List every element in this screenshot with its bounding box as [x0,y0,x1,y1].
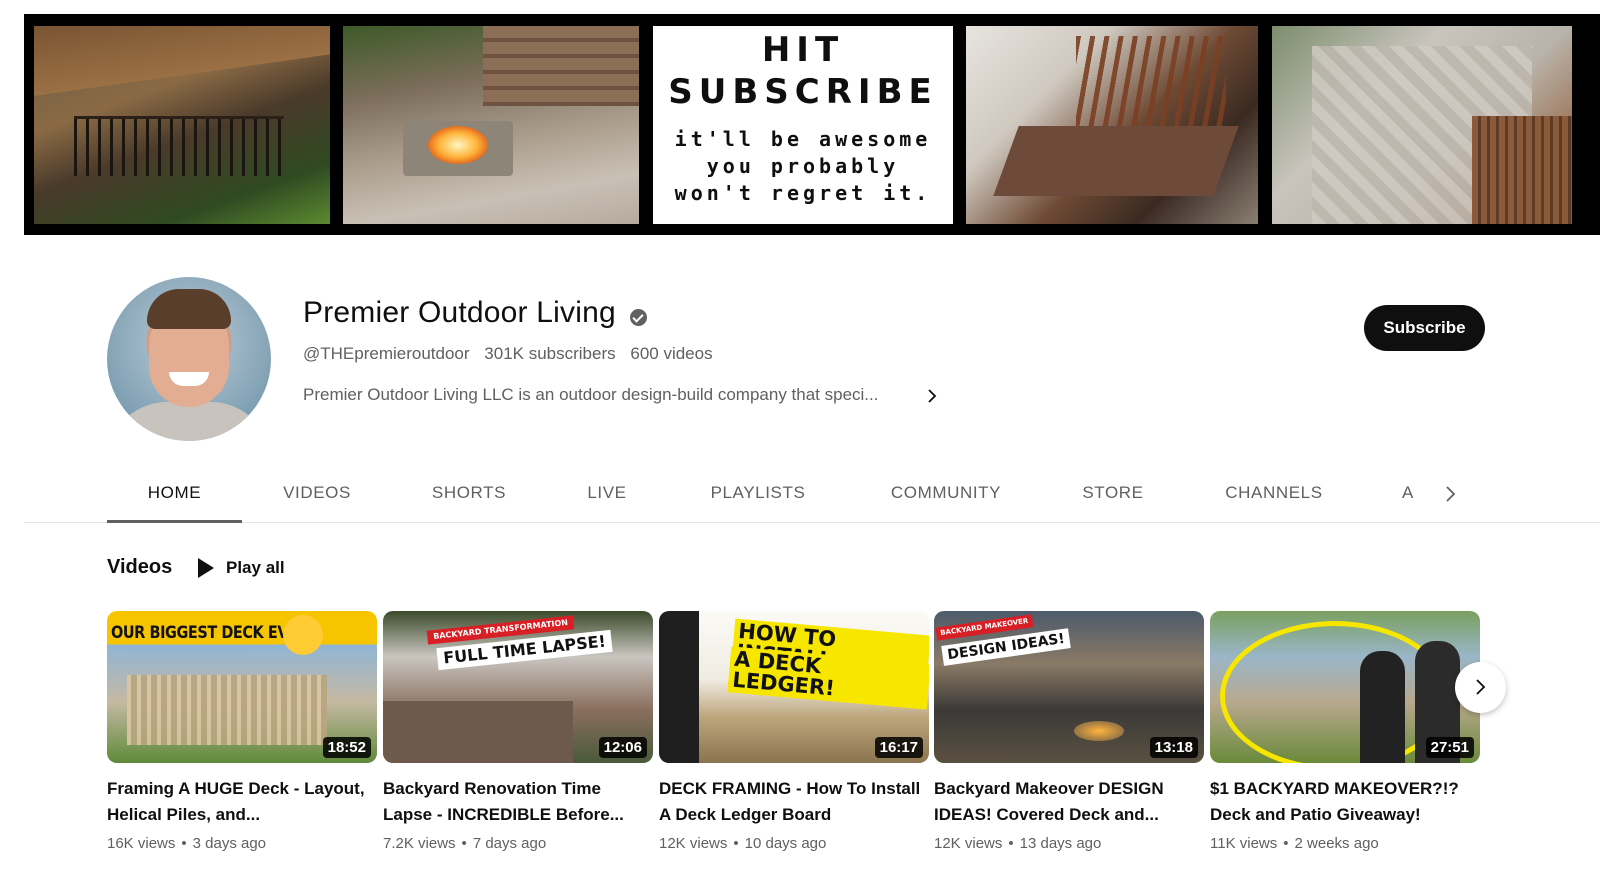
tab-about-clipped[interactable]: A [1402,466,1416,522]
video-card[interactable]: HOW TO INSTALL A DECK LEDGER! 16:17 DECK… [659,611,929,852]
chevron-right-icon [1476,679,1486,695]
banner-photo-pergola-deck [966,26,1258,224]
upload-age: 2 weeks ago [1294,835,1379,852]
video-card[interactable]: OUR BIGGEST DECK EVER 18:52 Framing A HU… [107,611,377,852]
video-thumbnail[interactable]: OUR BIGGEST DECK EVER 18:52 [107,611,377,763]
video-meta: 7.2K views • 7 days ago [383,835,547,852]
upload-age: 7 days ago [472,835,547,852]
video-meta: 12K views • 10 days ago [659,835,827,852]
banner-tagline-1: it'll be awesome [674,127,932,151]
video-duration: 18:52 [322,737,371,758]
video-meta: 11K views • 2 weeks ago [1210,835,1379,852]
video-thumbnail[interactable]: HOW TO INSTALL A DECK LEDGER! 16:17 [659,611,929,763]
tab-playlists[interactable]: PLAYLISTS [702,466,814,522]
view-count: 16K views [107,835,176,852]
channel-description[interactable]: Premier Outdoor Living LLC is an outdoor… [303,385,878,405]
banner-headline-hit: HIT [761,30,845,70]
video-meta: 12K views • 13 days ago [934,835,1102,852]
subscribe-button[interactable]: Subscribe [1364,305,1485,351]
tab-home[interactable]: HOME [107,466,242,523]
tab-shorts[interactable]: SHORTS [422,466,516,522]
channel-name: Premier Outdoor Living [303,296,616,329]
video-count: 600 videos [630,344,713,363]
video-card[interactable]: BACKYARD TRANSFORMATION FULL TIME LAPSE!… [383,611,653,852]
upload-age: 3 days ago [192,835,267,852]
shocked-emoji-icon [283,615,323,655]
tab-channels[interactable]: CHANNELS [1217,466,1331,522]
banner-subscribe-message: HIT SUBSCRIBE it'll be awesome you proba… [653,26,953,224]
banner-photo-covered-deck [34,26,330,224]
channel-banner: HIT SUBSCRIBE it'll be awesome you proba… [24,14,1600,235]
video-duration: 12:06 [598,737,647,758]
shelf-next-button[interactable] [1455,662,1506,713]
thumbnail-caption: OUR BIGGEST DECK EVER [111,623,309,643]
view-count: 11K views [1210,835,1278,852]
upload-age: 13 days ago [1019,835,1102,852]
video-duration: 16:17 [874,737,923,758]
banner-headline-subscribe: SUBSCRIBE [668,72,938,112]
tab-community[interactable]: COMMUNITY [881,466,1011,522]
video-thumbnail[interactable]: BACKYARD MAKEOVER DESIGN IDEAS! 13:18 [934,611,1204,763]
play-icon [198,558,214,578]
verified-check-icon [630,309,647,326]
view-count: 12K views [934,835,1003,852]
tab-videos[interactable]: VIDEOS [270,466,364,522]
view-count: 7.2K views [383,835,456,852]
video-duration: 13:18 [1149,737,1198,758]
tab-live[interactable]: LIVE [577,466,637,522]
video-card[interactable]: BACKYARD MAKEOVER DESIGN IDEAS! 13:18 Ba… [934,611,1204,852]
video-card[interactable]: 27:51 $1 BACKYARD MAKEOVER?!? Deck and P… [1210,611,1480,852]
channel-meta: @THEpremieroutdoor 301K subscribers 600 … [303,344,713,364]
video-duration: 27:51 [1425,737,1474,758]
video-meta: 16K views • 3 days ago [107,835,267,852]
banner-photo-fire-pit [343,26,639,224]
play-all-button[interactable]: Play all [198,553,285,583]
channel-handle: @THEpremieroutdoor [303,344,470,363]
tab-store[interactable]: STORE [1076,466,1150,522]
channel-tabs: HOME VIDEOS SHORTS LIVE PLAYLISTS COMMUN… [24,466,1600,523]
banner-tagline-3: won't regret it. [674,181,932,205]
banner-tagline-2: you probably [706,154,900,178]
subscriber-count: 301K subscribers [484,344,616,363]
tabs-scroll-right-icon[interactable] [1438,482,1462,506]
upload-age: 10 days ago [744,835,827,852]
video-title[interactable]: Backyard Makeover DESIGN IDEAS! Covered … [934,776,1204,828]
play-all-label: Play all [226,558,285,577]
banner-photo-patio-pavers [1272,26,1572,224]
shelf-title: Videos [107,556,173,578]
video-title[interactable]: Backyard Renovation Time Lapse - INCREDI… [383,776,653,828]
video-title[interactable]: Framing A HUGE Deck - Layout, Helical Pi… [107,776,377,828]
view-count: 12K views [659,835,728,852]
chevron-right-icon[interactable] [922,386,942,406]
video-thumbnail[interactable]: BACKYARD TRANSFORMATION FULL TIME LAPSE!… [383,611,653,763]
channel-avatar[interactable] [107,277,271,441]
video-thumbnail[interactable]: 27:51 [1210,611,1480,763]
video-title[interactable]: $1 BACKYARD MAKEOVER?!? Deck and Patio G… [1210,776,1480,828]
video-title[interactable]: DECK FRAMING - How To Install A Deck Led… [659,776,929,828]
